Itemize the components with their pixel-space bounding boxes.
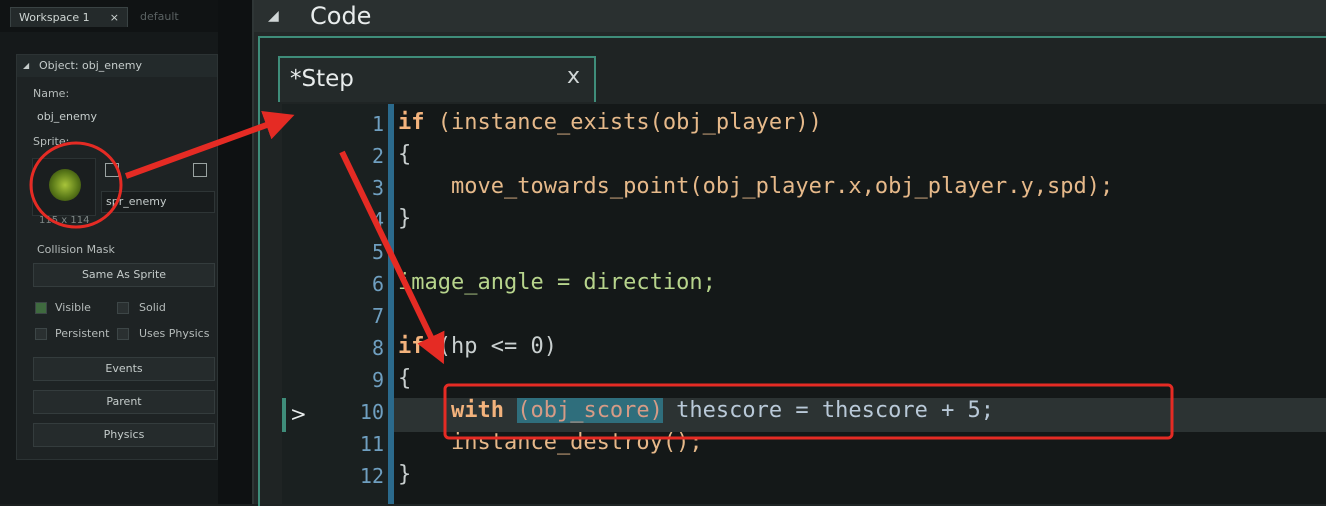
tab-step[interactable]: *Step x <box>278 56 596 102</box>
events-button[interactable]: Events <box>33 357 215 381</box>
workspace-tabs: Workspace 1 × default <box>0 0 220 32</box>
close-icon[interactable]: × <box>110 8 119 28</box>
line-number: 4 <box>371 208 384 232</box>
tab-default[interactable]: default <box>132 7 212 27</box>
line-number: 9 <box>371 368 384 392</box>
edit-sprite-icon[interactable] <box>193 163 207 177</box>
line-number: 12 <box>359 464 384 488</box>
active-line-indicator <box>282 398 286 432</box>
code-text: (hp <= 0) <box>424 334 557 359</box>
name-label: Name: <box>33 87 70 100</box>
enemy-sprite-icon <box>49 169 81 201</box>
collision-mask-dropdown[interactable]: Same As Sprite <box>33 263 215 287</box>
code-line-2[interactable]: { <box>398 142 411 167</box>
uses-physics-label: Uses Physics <box>139 327 210 340</box>
keyword: with <box>450 398 504 423</box>
line-number: 5 <box>371 240 384 264</box>
collapse-triangle-icon[interactable]: ◢ <box>23 55 29 77</box>
code-line-11[interactable]: instance_destroy(); <box>398 430 703 455</box>
code-line-3[interactable]: move_towards_point(obj_player.x,obj_play… <box>398 174 1113 199</box>
code-text: thescore = thescore + 5; <box>662 398 995 423</box>
sprite-field[interactable]: spr_enemy <box>101 191 215 213</box>
code-text: (instance_exists(obj_player)) <box>424 110 822 135</box>
sprite-preview[interactable] <box>32 158 96 216</box>
visible-checkbox[interactable] <box>35 302 47 314</box>
sprite-label: Sprite: <box>33 135 70 148</box>
code-line-8[interactable]: if (hp <= 0) <box>398 334 557 359</box>
keyword: if <box>398 110 425 135</box>
object-panel-header[interactable]: ◢ Object: obj_enemy <box>17 55 217 77</box>
code-window-title: Code <box>310 2 372 30</box>
selected-text: (obj_score) <box>517 398 663 423</box>
parent-button[interactable]: Parent <box>33 390 215 414</box>
persistent-checkbox[interactable] <box>35 328 47 340</box>
tab-workspace-1[interactable]: Workspace 1 × <box>10 7 128 27</box>
collision-mask-label: Collision Mask <box>37 243 115 256</box>
line-number: 11 <box>359 432 384 456</box>
code-line-4[interactable]: } <box>398 206 411 231</box>
object-panel-title: Object: obj_enemy <box>39 59 143 72</box>
gutter-edge <box>388 104 394 504</box>
code-line-6[interactable]: image_angle = direction; <box>398 270 716 295</box>
keyword: if <box>398 334 425 359</box>
line-number-gutter: 1 2 3 4 5 6 7 8 9 10 11 12 <box>282 104 388 504</box>
code-editor[interactable]: 1 2 3 4 5 6 7 8 9 10 11 12 > if (instanc… <box>282 104 1326 504</box>
line-number: 3 <box>371 176 384 200</box>
code-line-12[interactable]: } <box>398 462 411 487</box>
collapse-triangle-icon[interactable]: ◢ <box>268 0 279 32</box>
code-line-10[interactable]: with (obj_score) thescore = thescore + 5… <box>398 398 994 423</box>
line-number: 6 <box>371 272 384 296</box>
object-properties-panel: ◢ Object: obj_enemy Name: obj_enemy Spri… <box>16 54 218 460</box>
visible-label: Visible <box>55 301 91 314</box>
code-line-1[interactable]: if (instance_exists(obj_player)) <box>398 110 822 135</box>
physics-button[interactable]: Physics <box>33 423 215 447</box>
code-line-9[interactable]: { <box>398 366 411 391</box>
code-window-header[interactable]: ◢ Code <box>254 0 1326 32</box>
solid-checkbox[interactable] <box>117 302 129 314</box>
workspace-panel: Workspace 1 × default ◢ Object: obj_enem… <box>0 0 220 504</box>
uses-physics-checkbox[interactable] <box>117 328 129 340</box>
line-number: 2 <box>371 144 384 168</box>
solid-label: Solid <box>139 301 166 314</box>
tab-step-label: *Step <box>290 66 354 92</box>
name-field[interactable]: obj_enemy <box>33 107 215 129</box>
current-line-marker: > <box>290 402 307 426</box>
close-icon[interactable]: x <box>567 64 580 89</box>
line-number: 1 <box>371 112 384 136</box>
sprite-size: 115 x 114 <box>39 215 90 226</box>
persistent-label: Persistent <box>55 327 110 340</box>
line-number: 7 <box>371 304 384 328</box>
code-window: ◢ Code *Step x 1 2 3 4 5 6 7 8 9 10 11 1… <box>252 0 1326 506</box>
line-number: 8 <box>371 336 384 360</box>
tab-label: Workspace 1 <box>19 11 90 24</box>
new-sprite-icon[interactable] <box>105 163 119 177</box>
panel-separator <box>218 0 252 504</box>
